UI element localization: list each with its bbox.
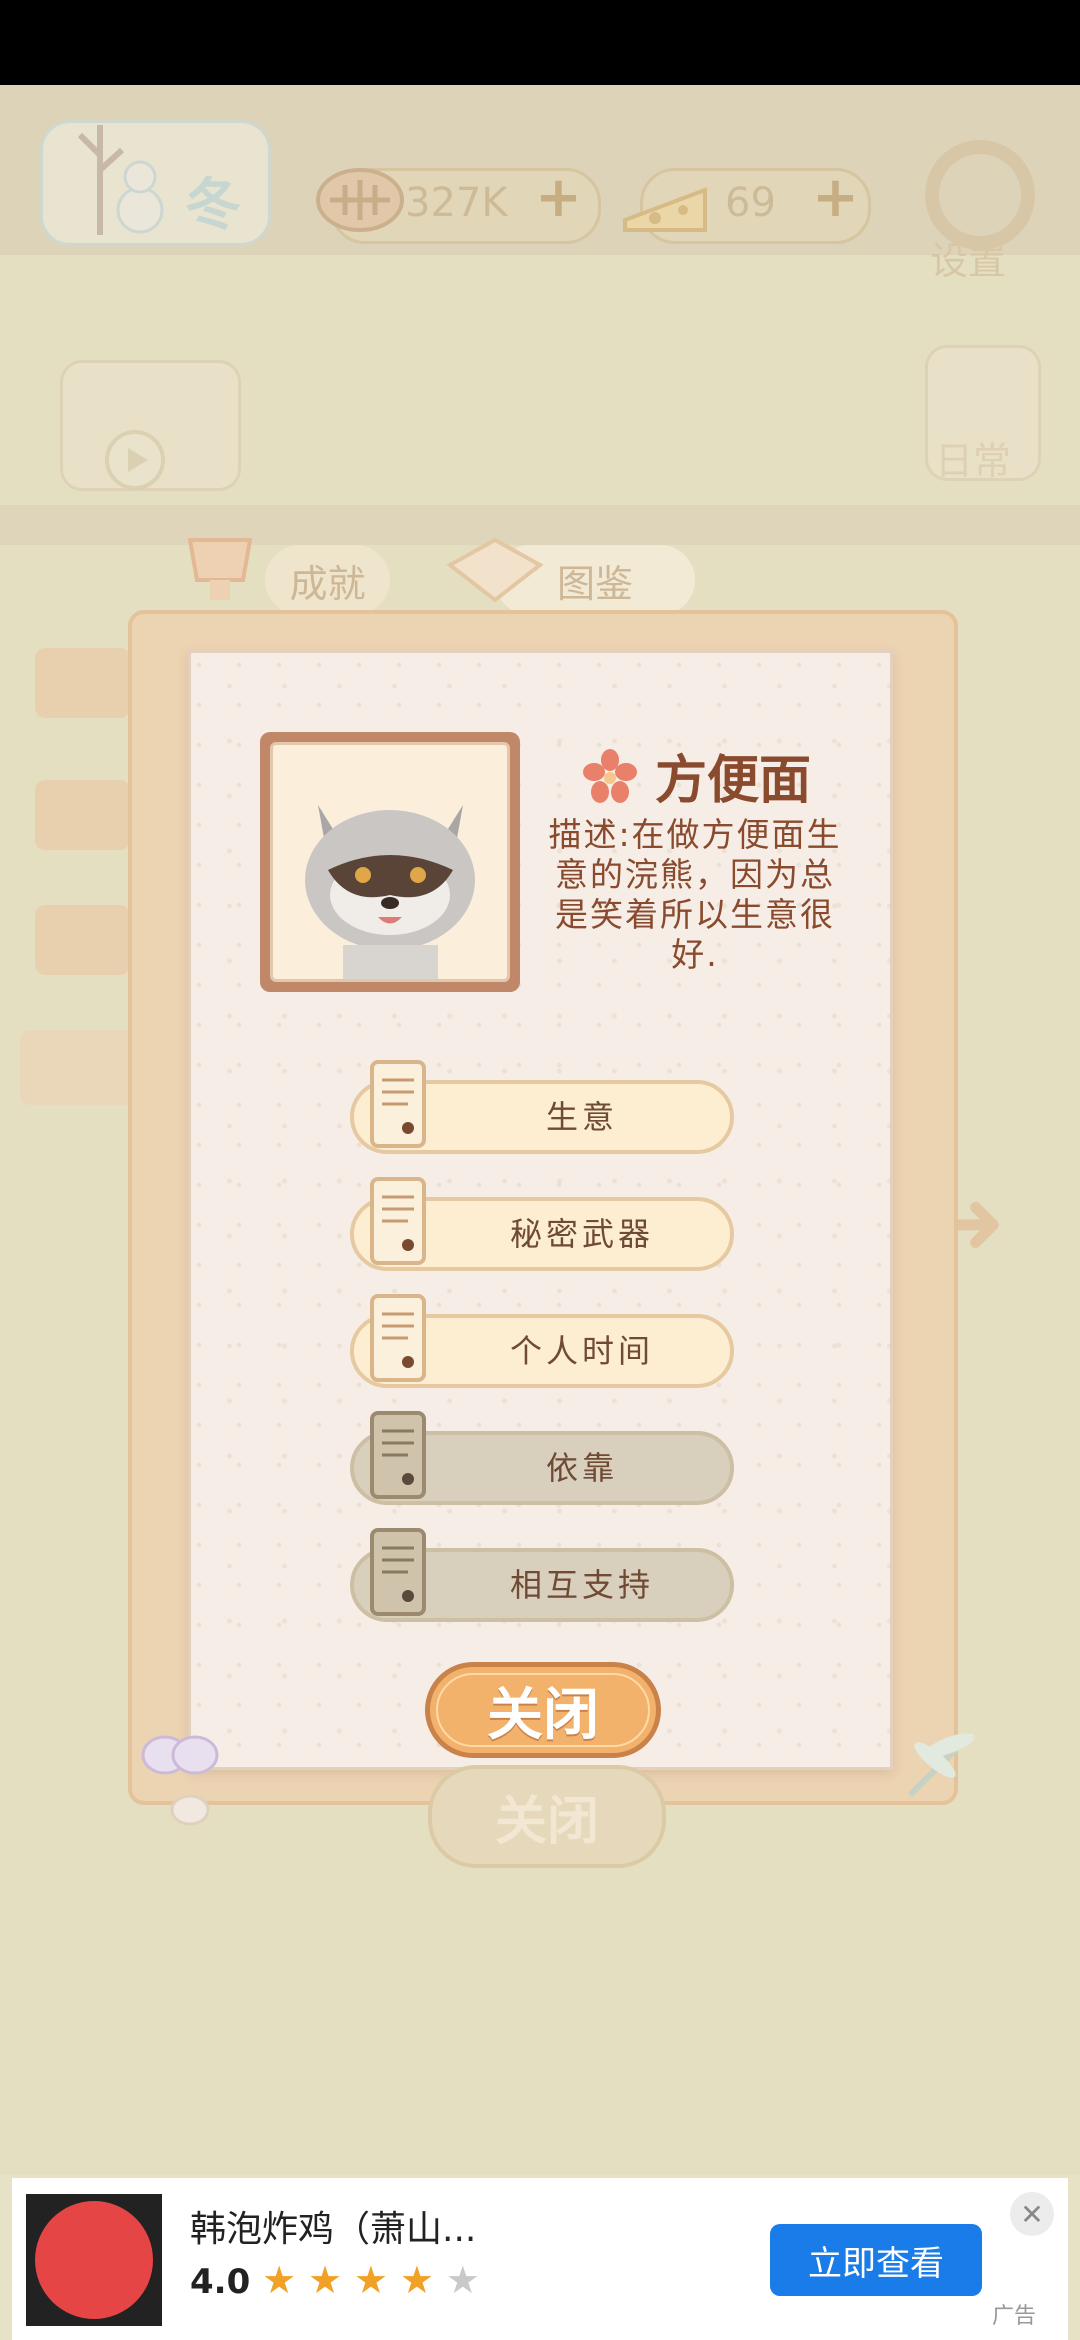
story-button-mutual-support[interactable]: 相互支持 — [350, 1528, 734, 1622]
character-portrait — [260, 732, 520, 992]
story-label: 相互支持 — [509, 1566, 654, 1604]
flower-icon — [583, 749, 637, 803]
close-button[interactable]: 关闭 — [425, 1662, 661, 1758]
star-icon: ★ — [399, 2258, 434, 2302]
story-label: 依靠 — [545, 1449, 618, 1487]
scroll-paw-icon — [370, 1411, 426, 1499]
scroll-paw-icon — [370, 1177, 426, 1265]
add-fish-button[interactable]: + — [535, 165, 582, 230]
story-label: 个人时间 — [509, 1332, 654, 1370]
ad-tag: 广告 — [992, 2304, 1037, 2329]
story-button-secret-weapon[interactable]: 秘密武器 — [350, 1177, 734, 1271]
scroll-paw-icon — [370, 1294, 426, 1382]
status-bar — [0, 0, 1080, 85]
side-tab-flower[interactable] — [35, 648, 130, 718]
side-tab-photo[interactable] — [35, 780, 130, 850]
story-button-reliance[interactable]: 依靠 — [350, 1411, 734, 1505]
star-empty-icon: ★ — [445, 2258, 480, 2302]
cheese-value: 69 — [725, 180, 776, 226]
star-icon: ★ — [262, 2258, 297, 2302]
ad-title: 韩泡炸鸡（萧山... — [190, 2209, 477, 2250]
settings-label: 设置 — [930, 239, 1007, 283]
trophy-icon — [187, 538, 253, 600]
ad-logo — [26, 2194, 162, 2326]
ad-rating-value: 4.0 — [190, 2262, 251, 2302]
ad-close-icon[interactable]: ✕ — [1010, 2192, 1054, 2236]
scroll-paw-icon — [370, 1060, 426, 1148]
character-name: 方便面 — [655, 751, 812, 811]
butterfly-icon — [141, 1735, 219, 1826]
ad-rating: 4.0 ★ ★ ★ ★ ★ — [190, 2258, 480, 2302]
star-icon: ★ — [308, 2258, 343, 2302]
scroll-paw-icon — [370, 1528, 426, 1616]
tab-achievements[interactable]: 成就 — [265, 545, 390, 615]
fish-value: 327K — [405, 180, 508, 226]
close-button-rim — [436, 1673, 650, 1747]
book-icon — [446, 537, 544, 603]
side-tab-bouquet[interactable] — [35, 905, 130, 975]
add-cheese-button[interactable]: + — [812, 165, 859, 230]
story-button-personal-time[interactable]: 个人时间 — [350, 1294, 734, 1388]
pangolin-logo-icon — [35, 2201, 153, 2319]
star-icon: ★ — [353, 2258, 388, 2302]
season-label: 冬 — [185, 173, 241, 238]
story-label: 秘密武器 — [509, 1215, 654, 1253]
ad-banner[interactable]: 韩泡炸鸡（萧山... 4.0 ★ ★ ★ ★ ★ 立即查看 ✕ 广告 — [12, 2178, 1068, 2340]
dragonfly-icon — [907, 1732, 975, 1798]
portrait-inner — [270, 742, 510, 982]
ad-view-now-button[interactable]: 立即查看 — [770, 2224, 982, 2296]
daily-label: 日常 — [935, 439, 1012, 483]
character-description: 描述:在做方便面生意的浣熊，因为总是笑着所以生意很好. — [548, 815, 842, 974]
story-label: 生意 — [545, 1098, 618, 1136]
background-close-button: 关闭 — [428, 1765, 666, 1868]
play-icon — [105, 430, 165, 490]
fish-bone-icon — [316, 168, 404, 232]
raccoon-icon — [305, 805, 475, 979]
snowman-icon — [77, 125, 164, 235]
story-button-business[interactable]: 生意 — [350, 1060, 734, 1154]
cheese-icon — [623, 187, 707, 232]
